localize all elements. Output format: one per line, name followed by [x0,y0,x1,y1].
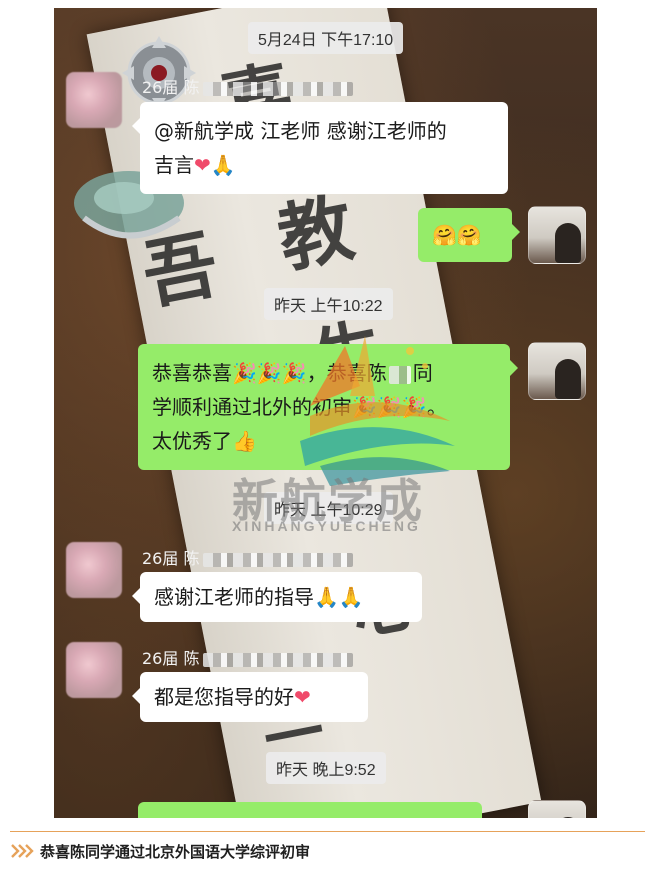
message-text: @新航学成 江老师 感谢江老师的 [154,119,447,143]
avatar[interactable] [528,800,586,818]
avatar[interactable] [66,642,122,698]
sender-label: 26届 陈 [142,549,200,568]
message-bubble[interactable]: 🤗🤗 [418,208,520,262]
message-text: 学顺利通过北外的初审 [152,395,352,419]
avatar[interactable] [528,206,586,264]
sender-name: 26届 陈 [142,74,354,98]
avatar[interactable] [66,542,122,598]
timestamp: 昨天 上午10:22 [264,288,393,320]
redacted-mosaic [203,552,354,567]
message-text: 感谢江老师的指导 [154,585,314,609]
avatar[interactable] [528,342,586,400]
message-text: 太优秀了 [152,429,232,453]
party-popper-emoji: 🎉🎉🎉 [232,361,307,385]
redacted-mosaic [388,365,411,384]
message-bubble[interactable]: @新航学成 江老师 感谢江老师的 吉言❤🙏 [132,102,508,194]
message-bubble[interactable]: 都是您指导的好❤ [132,672,368,722]
party-popper-emoji: 🎉🎉🎉 [352,395,427,419]
image-caption: 恭喜陈同学通过北京外国语大学综评初审 [10,840,310,862]
chevron-right-double-icon [11,844,34,858]
heart-pray-emoji: ❤🙏 [194,153,236,177]
message-bubble[interactable]: 感谢江老师的指导🙏🙏 [132,572,422,622]
message-text: 。 [426,395,447,419]
caption-divider [10,831,645,832]
article-page: 喜 吾 教 有 生 心 一 5月24日 下午17:10 26届 陈 @新航学成 [0,0,650,881]
sender-label: 26届 陈 [142,78,200,97]
pray-emoji: 🙏🙏 [314,585,364,609]
sender-name: 26届 陈 [142,545,354,569]
watermark-subtitle: XINHANGYUECHENG [232,518,421,534]
message-text: 同 [412,361,433,385]
sender-label: 26届 陈 [142,649,200,668]
heart-emoji: ❤ [294,685,311,709]
message-bubble[interactable] [138,802,482,818]
message-text: 都是您指导的好 [154,685,294,709]
timestamp: 昨天 晚上9:52 [266,752,386,784]
timestamp: 5月24日 下午17:10 [248,22,404,54]
message-text: 恭喜恭喜 [152,361,232,385]
avatar[interactable] [66,72,122,128]
message-text: 吉言 [154,153,194,177]
message-bubble[interactable]: 恭喜恭喜🎉🎉🎉，恭喜陈同 学顺利通过北外的初审🎉🎉🎉。 太优秀了👍 [138,344,518,470]
thumbs-up-emoji: 👍 [232,429,257,453]
sender-name: 26届 陈 [142,645,354,669]
redacted-mosaic [203,652,354,667]
hug-emoji: 🤗🤗 [432,223,482,247]
caption-text: 恭喜陈同学通过北京外国语大学综评初审 [40,842,311,861]
chat-screenshot: 喜 吾 教 有 生 心 一 5月24日 下午17:10 26届 陈 @新航学成 [54,8,597,818]
redacted-mosaic [203,81,354,96]
message-text: ，恭喜陈 [306,361,387,385]
